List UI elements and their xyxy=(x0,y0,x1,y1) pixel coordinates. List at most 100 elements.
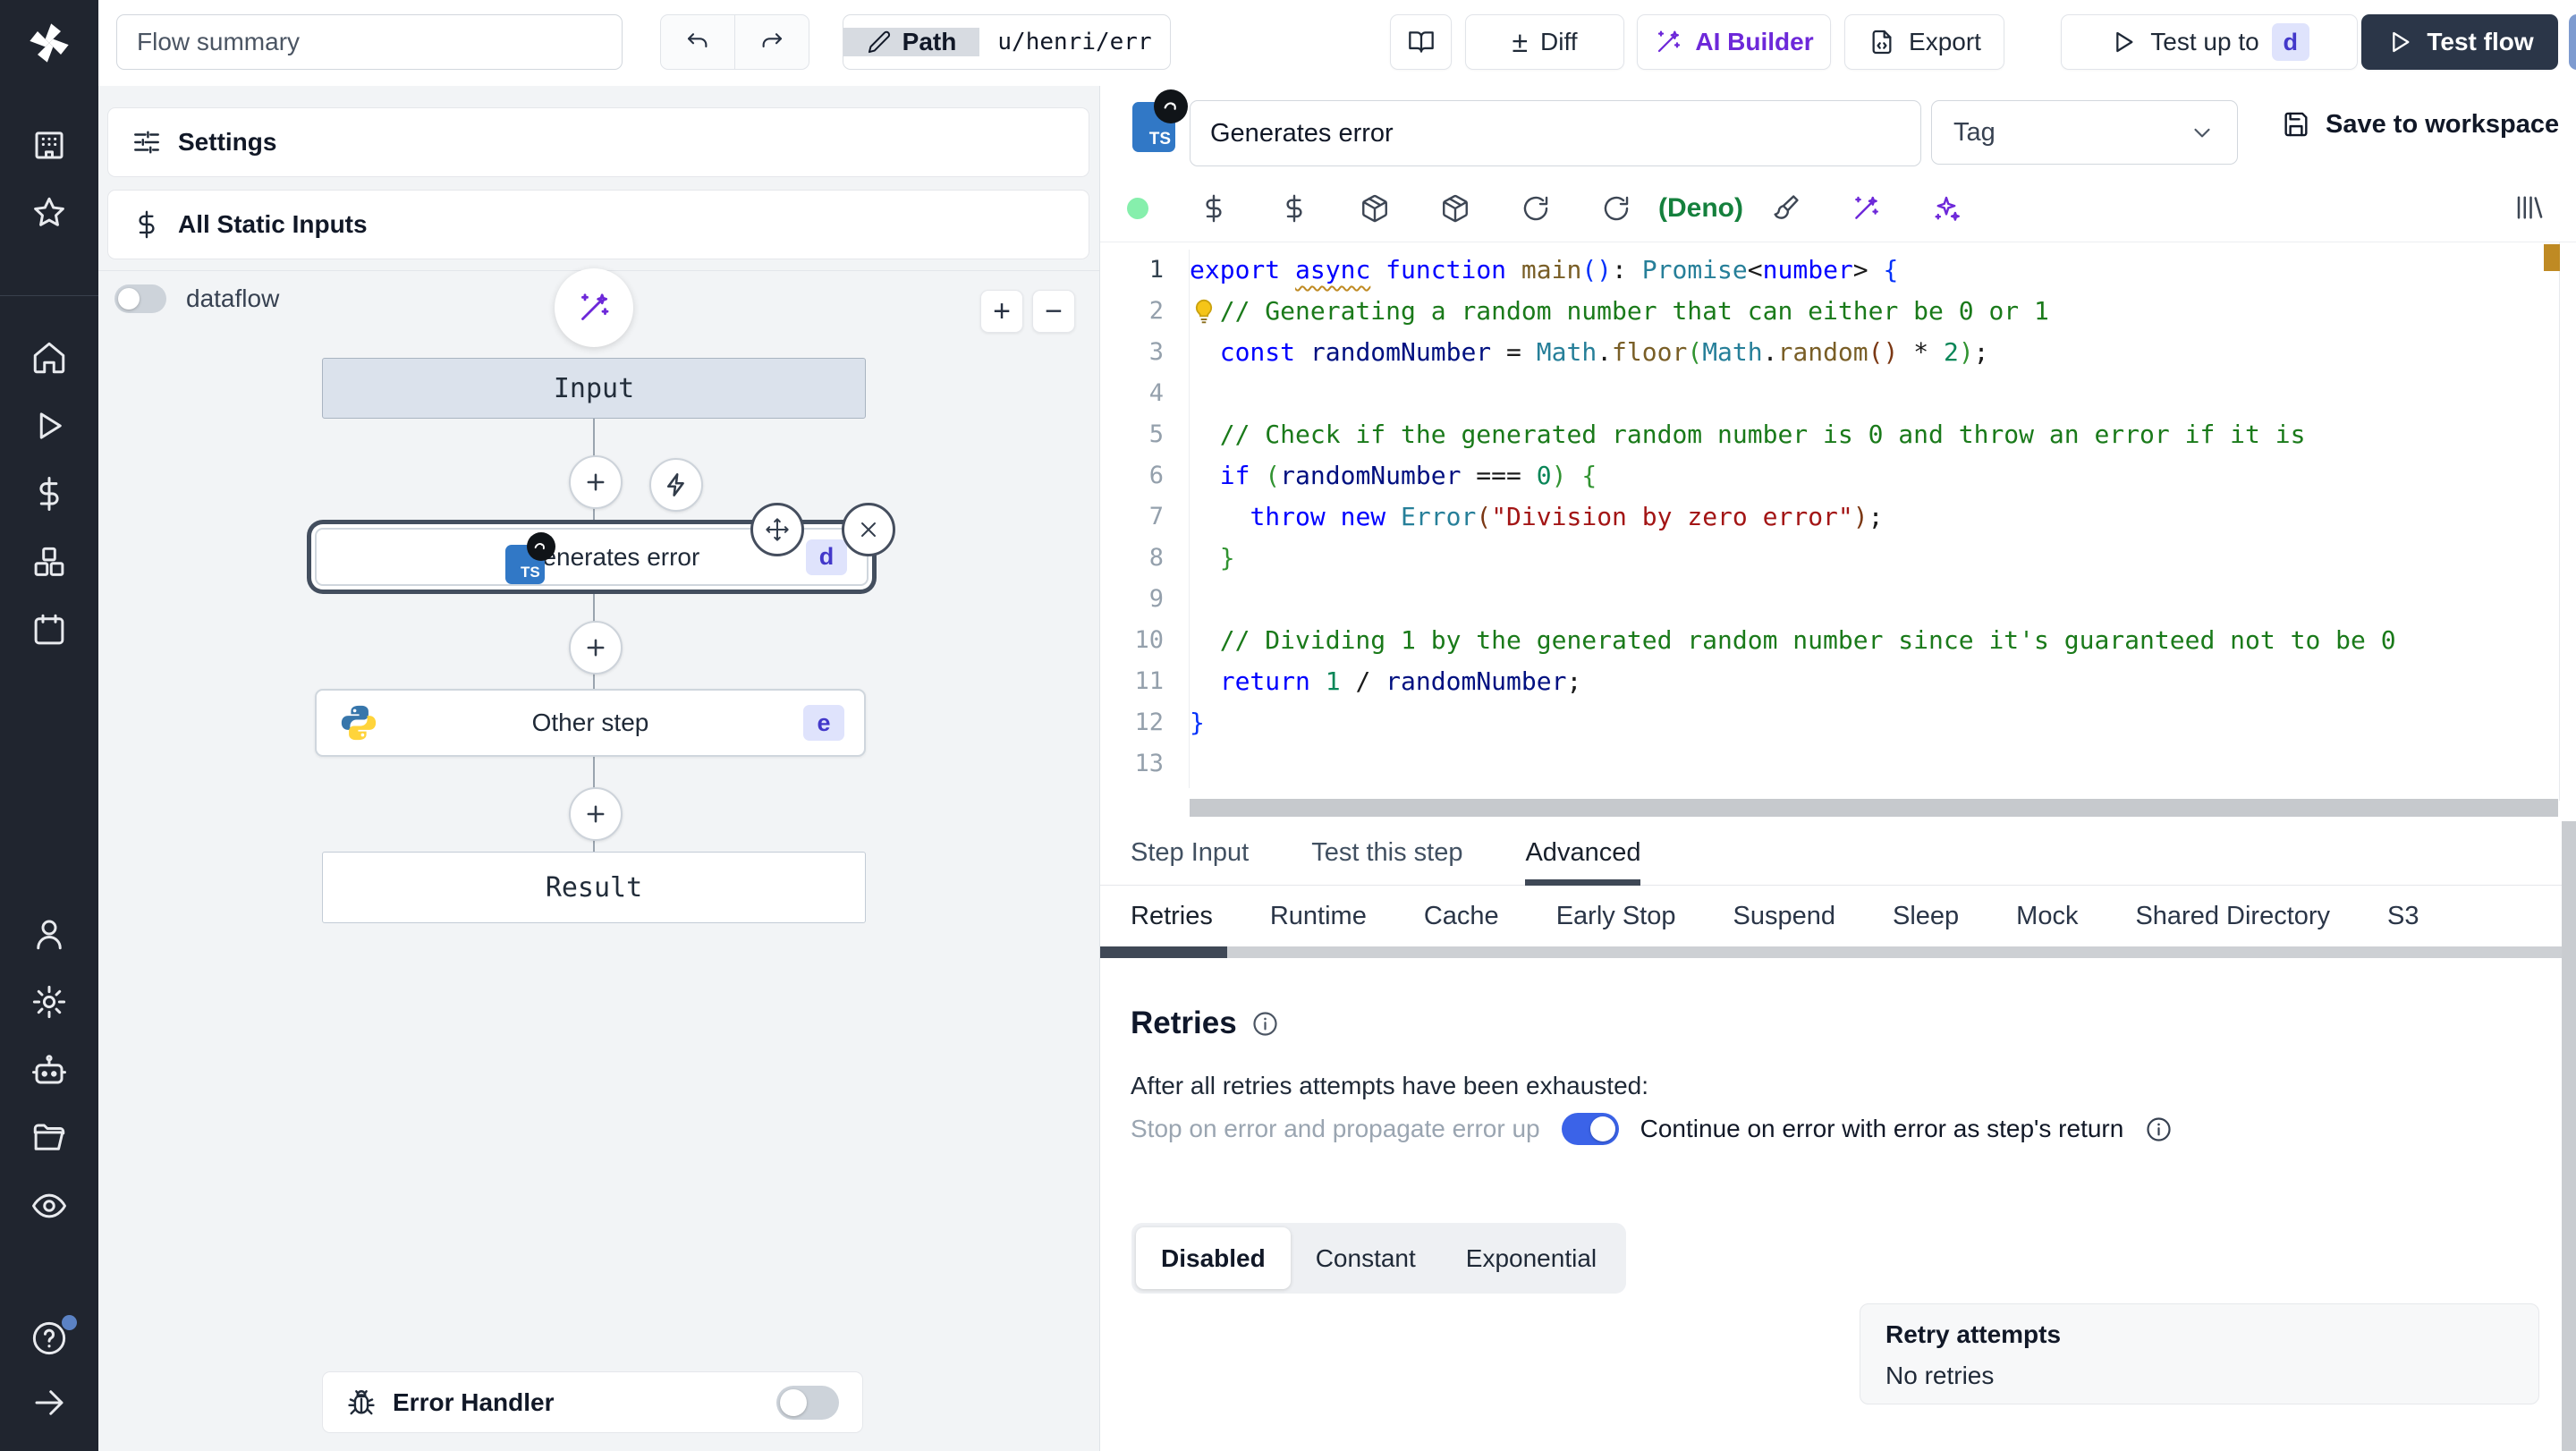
redo-button[interactable] xyxy=(735,15,809,69)
code-line[interactable]: // Generating a random number that can e… xyxy=(1190,291,2556,332)
sidebar-item-boxes[interactable] xyxy=(0,542,98,581)
panel-scrollbar[interactable] xyxy=(2562,821,2576,1451)
info-icon[interactable] xyxy=(1251,1010,1279,1038)
code-line[interactable]: } xyxy=(1190,702,2556,743)
sidebar-item-arrow-right[interactable] xyxy=(0,1383,98,1422)
code-line[interactable]: // Check if the generated random number … xyxy=(1190,414,2556,455)
language-label: (Deno) xyxy=(1658,193,1743,223)
code-line[interactable]: } xyxy=(1190,538,2556,579)
subtab-suspend[interactable]: Suspend xyxy=(1733,902,1835,931)
line-number: 9 xyxy=(1148,585,1164,613)
path-value[interactable]: u/henri/err xyxy=(979,29,1170,55)
sidebar-item-star[interactable] xyxy=(0,193,98,233)
brush-icon[interactable] xyxy=(1770,193,1801,224)
sidebar-item-folder[interactable] xyxy=(0,1118,98,1158)
retry-mode-constant[interactable]: Constant xyxy=(1291,1227,1441,1289)
test-up-to-button[interactable]: Test up to d xyxy=(2061,14,2358,70)
export-button[interactable]: Export xyxy=(1844,14,2004,70)
sparkles-icon[interactable] xyxy=(1931,193,1962,224)
zap-icon xyxy=(664,472,689,497)
user-icon xyxy=(30,915,68,953)
refresh-icon[interactable] xyxy=(1521,193,1551,224)
error-handler-card[interactable]: Error Handler xyxy=(322,1371,863,1433)
code-line[interactable] xyxy=(1190,579,2556,620)
retry-mode-exponential[interactable]: Exponential xyxy=(1441,1227,1622,1289)
sidebar-item-dollar[interactable] xyxy=(0,474,98,513)
add-trigger-button[interactable] xyxy=(649,458,703,512)
subtab-mock[interactable]: Mock xyxy=(2016,902,2078,931)
move-step-button[interactable] xyxy=(750,503,804,556)
sidebar-item-gear[interactable] xyxy=(0,982,98,1022)
partial-button[interactable] xyxy=(2569,14,2576,70)
path-edit-button[interactable]: Path xyxy=(843,28,979,56)
sidebar-item-user[interactable] xyxy=(0,914,98,954)
subtab-s3[interactable]: S3 xyxy=(2387,902,2419,931)
library-icon[interactable] xyxy=(2513,191,2546,224)
input-node[interactable]: Input xyxy=(322,358,866,419)
ai-flow-button[interactable] xyxy=(555,268,633,347)
subtab-shared-directory[interactable]: Shared Directory xyxy=(2135,902,2330,931)
info-icon[interactable] xyxy=(2145,1116,2173,1143)
save-to-workspace-button[interactable]: Save to workspace xyxy=(2281,109,2559,140)
sidebar-item-play[interactable] xyxy=(0,406,98,445)
subtab-retries[interactable]: Retries xyxy=(1131,902,1213,931)
test-flow-button[interactable]: Test flow xyxy=(2361,14,2558,70)
code-line[interactable] xyxy=(1190,743,2556,785)
sidebar-item-eye[interactable] xyxy=(0,1186,98,1226)
continue-on-error-toggle[interactable] xyxy=(1561,1113,1619,1145)
package-icon[interactable] xyxy=(1440,193,1470,224)
wand-icon[interactable] xyxy=(1851,193,1881,224)
dollar-icon[interactable] xyxy=(1199,193,1229,224)
sidebar-item-calendar[interactable] xyxy=(0,610,98,649)
ai-builder-button[interactable]: AI Builder xyxy=(1637,14,1831,70)
docs-button[interactable] xyxy=(1390,14,1452,70)
windmill-logo[interactable] xyxy=(0,0,98,86)
dollar-icon[interactable] xyxy=(1279,193,1309,224)
dataflow-toggle[interactable] xyxy=(114,284,166,313)
subtab-runtime[interactable]: Runtime xyxy=(1270,902,1367,931)
sidebar-item-help[interactable] xyxy=(0,1315,98,1358)
code-editor[interactable]: 1 2 3 4 5 6 7 8 9 10 11 12 13 export async function … xyxy=(1100,242,2576,822)
continue-on-error-label: Continue on error with error as step's r… xyxy=(1640,1115,2124,1142)
undo-redo-group xyxy=(660,14,809,70)
editor-hscrollbar[interactable] xyxy=(1190,799,2558,817)
delete-step-button[interactable] xyxy=(842,503,895,556)
subtab-sleep[interactable]: Sleep xyxy=(1893,902,1959,931)
subtab-early-stop[interactable]: Early Stop xyxy=(1556,902,1676,931)
sidebar-item-home[interactable] xyxy=(0,338,98,378)
refresh-icon[interactable] xyxy=(1601,193,1631,224)
subtabs-scrollbar[interactable] xyxy=(1100,946,2562,958)
code-line[interactable]: const randomNumber = Math.floor(Math.ran… xyxy=(1190,332,2556,373)
code-line[interactable] xyxy=(1190,373,2556,414)
error-handler-toggle[interactable] xyxy=(776,1385,839,1420)
add-step-button[interactable] xyxy=(569,621,623,675)
star-icon xyxy=(30,194,68,232)
flow-settings-button[interactable]: Settings xyxy=(107,107,1089,177)
lightbulb-icon[interactable] xyxy=(1190,297,1218,326)
undo-button[interactable] xyxy=(661,15,735,69)
add-step-button[interactable] xyxy=(569,455,623,509)
tag-select[interactable]: Tag xyxy=(1931,100,2238,165)
step-node-other-step[interactable]: Other step e xyxy=(315,689,866,757)
flow-summary-input[interactable] xyxy=(116,14,623,70)
zoom-in-button[interactable]: + xyxy=(980,290,1023,333)
code-line[interactable]: // Dividing 1 by the generated random nu… xyxy=(1190,620,2556,661)
code-line[interactable]: if (randomNumber === 0) { xyxy=(1190,455,2556,496)
code-line[interactable]: export async function main(): Promise<nu… xyxy=(1190,250,2556,291)
package-icon[interactable] xyxy=(1360,193,1390,224)
result-node[interactable]: Result xyxy=(322,852,866,923)
all-static-inputs-button[interactable]: All Static Inputs xyxy=(107,190,1089,259)
diff-button[interactable]: ± Diff xyxy=(1465,14,1624,70)
tab-test-this-step[interactable]: Test this step xyxy=(1311,821,1462,885)
step-name-input[interactable] xyxy=(1190,100,1921,166)
subtab-cache[interactable]: Cache xyxy=(1424,902,1499,931)
retry-mode-disabled[interactable]: Disabled xyxy=(1136,1227,1291,1289)
tab-advanced[interactable]: Advanced xyxy=(1525,821,1641,886)
code-line[interactable]: return 1 / randomNumber; xyxy=(1190,661,2556,702)
code-line[interactable]: throw new Error("Division by zero error"… xyxy=(1190,496,2556,538)
tab-step-input[interactable]: Step Input xyxy=(1131,821,1249,885)
add-step-button[interactable] xyxy=(569,787,623,841)
sidebar-item-bot[interactable] xyxy=(0,1050,98,1090)
sidebar-item-building[interactable] xyxy=(0,125,98,165)
zoom-out-button[interactable]: − xyxy=(1032,290,1075,333)
